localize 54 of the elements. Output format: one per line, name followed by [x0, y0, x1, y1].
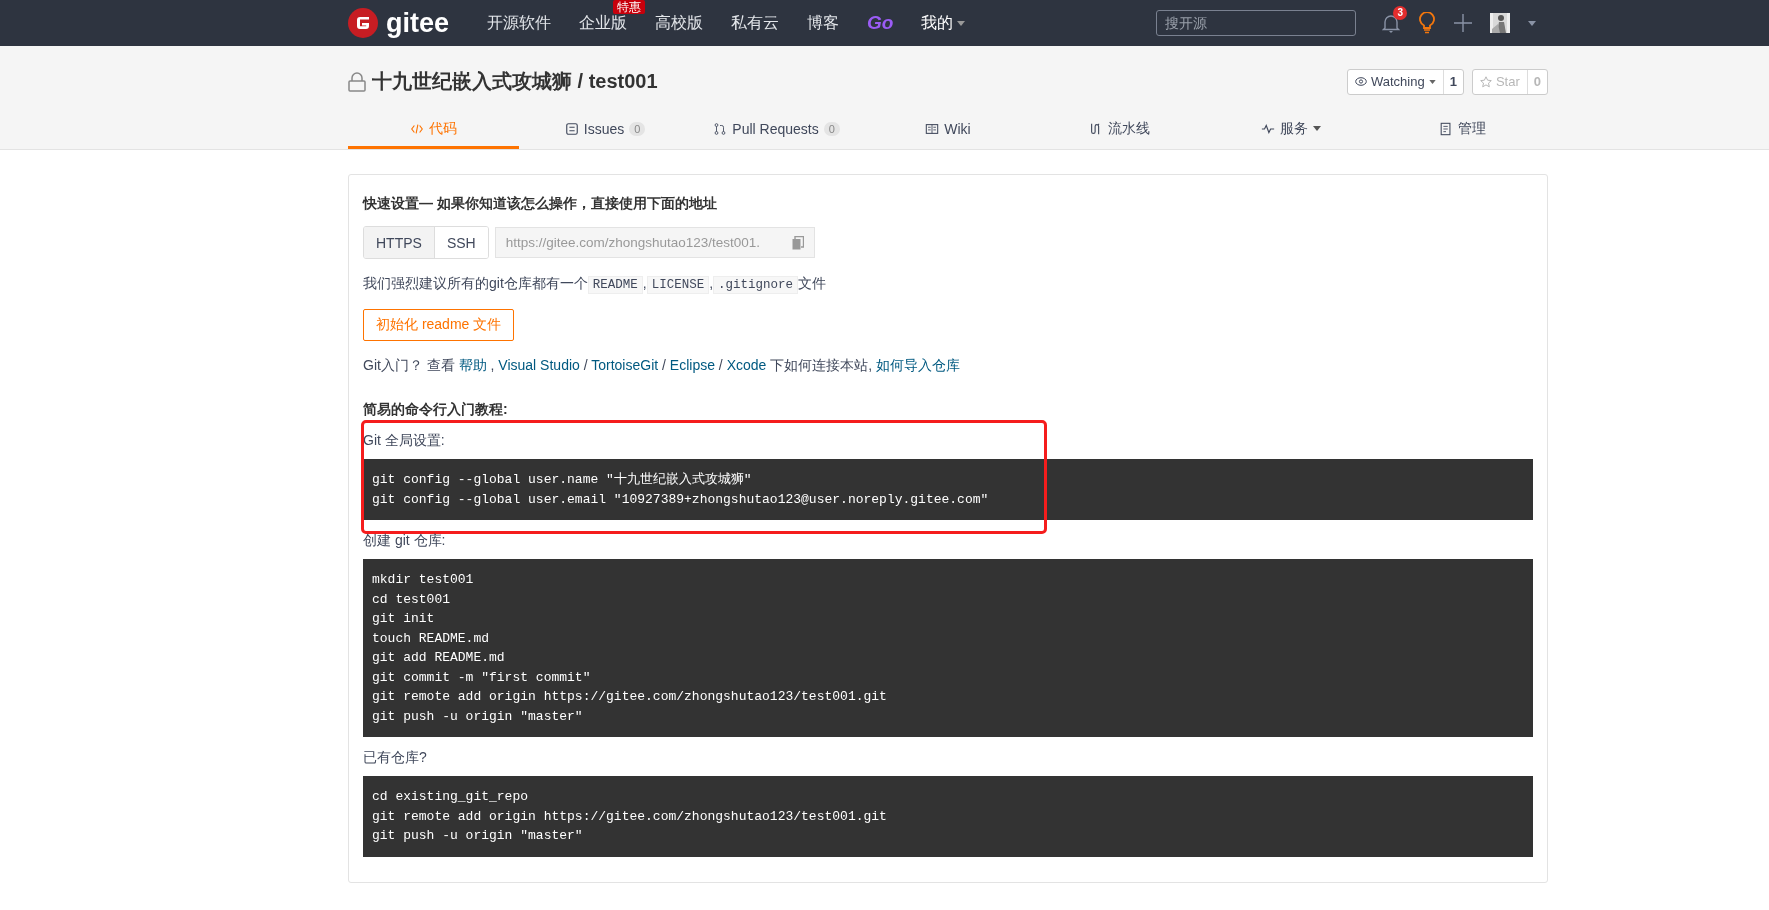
- link[interactable]: Eclipse: [669, 357, 715, 373]
- repo-title: 十九世纪嵌入式攻城狮 / test001: [372, 69, 658, 94]
- link[interactable]: TortoiseGit: [591, 357, 659, 373]
- eye-icon: [1354, 77, 1367, 86]
- step-label: 创建 git 仓库:: [363, 532, 447, 550]
- notification-count: 3: [1393, 6, 1407, 20]
- pulse-icon: [1260, 121, 1275, 136]
- repo-tab[interactable]: Wiki: [862, 111, 1034, 149]
- recommendation-text: 我们强烈建议所有的git仓库都有一个 README , LICENSE , .gitignore 文件: [363, 274, 828, 295]
- bell-icon[interactable]: [1382, 13, 1400, 33]
- count-badge: 0: [823, 121, 840, 136]
- my-menu[interactable]: 我的: [921, 12, 966, 34]
- repo-tab[interactable]: 管理: [1376, 111, 1548, 149]
- document-icon: [1438, 121, 1453, 136]
- link[interactable]: 帮助: [458, 357, 487, 373]
- nav-link[interactable]: 博客: [807, 12, 840, 34]
- nav-link[interactable]: 开源软件: [487, 12, 552, 34]
- caret-icon[interactable]: [1528, 20, 1536, 26]
- repo-tab[interactable]: 服务: [1205, 111, 1377, 149]
- lightbulb-icon[interactable]: [1418, 12, 1436, 34]
- link[interactable]: Xcode: [726, 357, 767, 373]
- repo-tab[interactable]: 流水线: [1033, 111, 1206, 149]
- plus-icon[interactable]: [1454, 14, 1472, 32]
- code-block: git config --global user.name "十九世纪嵌入式攻城狮" git config --global user.email "10927389+zhongshutao123@user.noreply.gitee.com": [363, 459, 1533, 520]
- nav-link[interactable]: 高校版: [655, 12, 704, 34]
- caret-icon: [957, 20, 966, 26]
- repo-tab[interactable]: Issues 0: [519, 111, 691, 149]
- branch-icon: [713, 121, 728, 136]
- protocol-toggle[interactable]: HTTPS: [364, 227, 435, 258]
- repo-tab[interactable]: Pull Requests 0: [690, 111, 863, 149]
- step-label: Git 全局设置:: [363, 432, 446, 450]
- star-icon: [1479, 75, 1492, 88]
- link[interactable]: Visual Studio: [498, 357, 580, 373]
- lock-icon: [348, 71, 366, 92]
- code-block: cd existing_git_repo git remote add origin https://gitee.com/zhongshutao123/test001.git git push -u origin "master": [363, 776, 1533, 857]
- watch-count[interactable]: 1: [1442, 69, 1463, 94]
- book-icon: [925, 121, 940, 136]
- count-badge: 0: [629, 121, 646, 136]
- search-field[interactable]: 搜开源: [1156, 10, 1356, 36]
- section-heading: 简易的命令行入门教程:: [363, 401, 509, 419]
- nav-link[interactable]: 私有云: [731, 12, 780, 34]
- caret-icon: [1428, 79, 1436, 84]
- logo-text[interactable]: gitee: [386, 7, 450, 39]
- code-block: mkdir test001 cd test001 git init touch README.md git add README.md git commit -m "first commit" git remote add origin https://gitee.com/zhongshutao123/test001.git git push -u origin "master": [363, 559, 1533, 737]
- logo-icon[interactable]: [348, 8, 378, 38]
- list-icon: [564, 121, 579, 136]
- link[interactable]: 如何导入仓库: [876, 357, 960, 373]
- promo-badge: 特惠: [613, 0, 646, 14]
- watch-button[interactable]: Watching: [1347, 69, 1443, 94]
- step-label: 已有仓库?: [363, 749, 428, 767]
- copy-icon[interactable]: [791, 235, 804, 250]
- section-heading: 快速设置— 如果你知道该怎么操作，直接使用下面的地址: [363, 195, 718, 213]
- help-text: Git入门？ 查看 帮助 , Visual Studio / TortoiseGit / Eclipse / Xcode 下如何连接本站, 如何导入仓库: [363, 356, 961, 375]
- nav-link[interactable]: 企业版: [579, 12, 628, 34]
